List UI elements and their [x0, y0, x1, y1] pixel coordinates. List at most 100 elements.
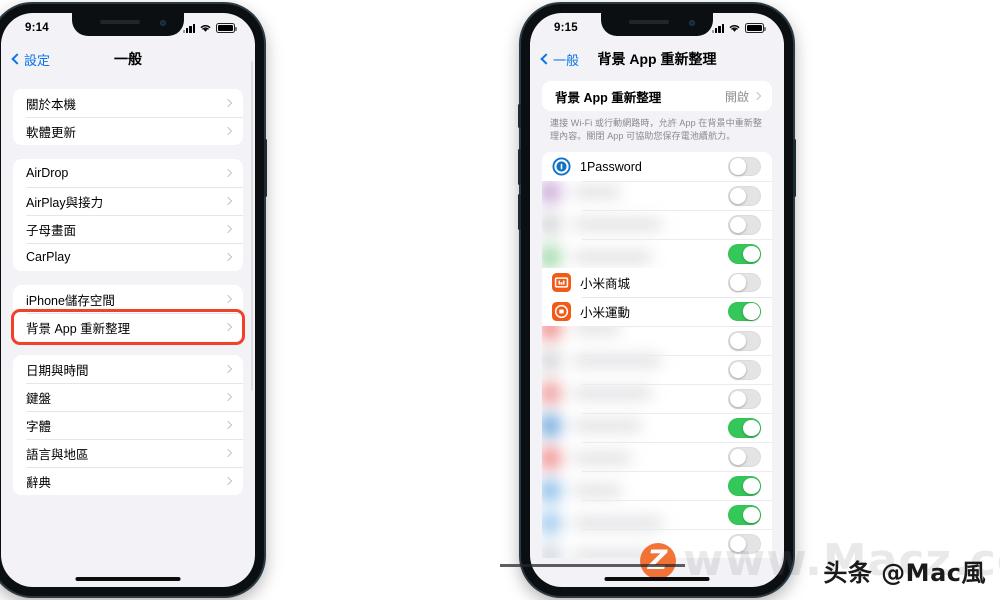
toggle-knob [743, 506, 760, 523]
app-row[interactable]: 1Password [542, 152, 772, 182]
toggle-knob [729, 216, 746, 233]
wifi-icon [728, 23, 741, 33]
row-divider [582, 413, 772, 415]
settings-row[interactable]: 日期與時間 [13, 355, 243, 383]
toggle-knob [729, 390, 746, 407]
settings-row-label: iPhone儲存空間 [26, 293, 115, 308]
settings-list[interactable]: 關於本機軟體更新 AirDrop AirPlay與接力子母畫面 CarPlay iPho… [1, 75, 255, 495]
app-refresh-toggle[interactable] [728, 244, 761, 264]
toggle-knob [729, 274, 746, 291]
settings-group: 日期與時間 鍵盤字體語言與地區辭典 [13, 355, 243, 495]
app-refresh-toggle[interactable] [728, 215, 761, 235]
chevron-right-icon [223, 448, 233, 458]
row-divider [582, 442, 772, 444]
settings-row[interactable]: 字體 [13, 411, 243, 439]
chevron-right-icon [223, 476, 233, 486]
status-time: 9:15 [554, 22, 578, 34]
power-button[interactable] [793, 139, 796, 197]
notch [72, 13, 184, 36]
power-button[interactable] [264, 139, 267, 197]
settings-row[interactable]: 軟體更新 [13, 117, 243, 145]
chevron-right-icon [223, 392, 233, 402]
home-indicator[interactable] [604, 577, 710, 581]
chevron-right-icon [223, 126, 233, 136]
back-button-label: 一般 [553, 52, 580, 68]
settings-row-label: 語言與地區 [26, 447, 89, 462]
settings-row-label: 子母畫面 [26, 223, 77, 238]
app-row[interactable]: 小米商城 [542, 268, 772, 298]
battery-icon [216, 23, 237, 33]
settings-group: 關於本機軟體更新 [13, 89, 243, 145]
settings-row-label: 字體 [26, 419, 52, 434]
app-toggle-list[interactable]: 1Password 小米商城小米運動 [542, 152, 772, 559]
settings-row[interactable]: AirPlay與接力 [13, 187, 243, 215]
settings-row[interactable]: 背景 App 重新整理 [13, 313, 243, 341]
mi-store-icon [552, 273, 571, 293]
chevron-right-icon [223, 322, 233, 332]
author-watermark: 头条 @Mac風 [823, 559, 986, 587]
nav-bar: 設定 一般 [1, 43, 255, 75]
settings-row-label: 軟體更新 [26, 125, 77, 140]
app-name: 小米運動 [580, 306, 631, 321]
chevron-right-icon [752, 91, 762, 101]
row-divider [582, 181, 772, 183]
settings-row-label: 背景 App 重新整理 [26, 321, 131, 336]
blurred-app-rows[interactable] [542, 181, 772, 269]
settings-row[interactable]: iPhone儲存空間 [13, 285, 243, 313]
mute-switch[interactable] [518, 104, 521, 128]
settings-row[interactable]: AirDrop [13, 159, 243, 187]
settings-row-label: 辭典 [26, 475, 52, 490]
macz-badge-icon: Z [640, 542, 676, 579]
app-refresh-toggle[interactable] [728, 331, 761, 351]
chevron-right-icon [223, 252, 233, 262]
app-refresh-toggle[interactable] [728, 360, 761, 380]
back-button[interactable]: 一般 [540, 50, 580, 69]
master-note: 連接 Wi-Fi 或行動網路時，允許 App 在背景中重新整理內容。關閉 App… [550, 118, 763, 142]
app-name: 1Password [580, 159, 642, 174]
front-camera [689, 20, 695, 26]
settings-row[interactable]: CarPlay [13, 243, 243, 271]
volume-down-button[interactable] [518, 194, 521, 230]
settings-row[interactable]: 關於本機 [13, 89, 243, 117]
blurred-app-rows[interactable] [542, 326, 772, 559]
settings-row-label: AirDrop [26, 166, 69, 180]
status-time: 9:14 [25, 22, 49, 34]
1password-icon [552, 157, 571, 177]
app-row[interactable]: 小米運動 [542, 297, 772, 327]
back-button[interactable]: 設定 [11, 50, 50, 69]
toggle-knob [743, 245, 760, 262]
settings-group: AirDrop AirPlay與接力子母畫面 CarPlay [13, 159, 243, 271]
earpiece-speaker [629, 20, 669, 24]
app-refresh-toggle[interactable] [728, 389, 761, 409]
cellular-signal-icon [182, 23, 195, 33]
row-divider [582, 239, 772, 241]
row-divider [582, 355, 772, 357]
scroll-indicator[interactable] [250, 61, 253, 391]
settings-row[interactable]: 鍵盤 [13, 383, 243, 411]
chevron-right-icon [223, 364, 233, 374]
left-phone-screen: 9:14 設定 一般 關於本機 軟體更新 AirDrop AirPlay與接力 … [1, 13, 255, 587]
app-refresh-toggle[interactable] [728, 418, 761, 438]
toggle-knob [743, 477, 760, 494]
app-refresh-toggle[interactable] [728, 447, 761, 467]
cellular-signal-icon [711, 23, 724, 33]
app-refresh-toggle[interactable] [728, 272, 761, 293]
volume-up-button[interactable] [518, 149, 521, 185]
settings-row[interactable]: 辭典 [13, 467, 243, 495]
settings-row[interactable]: 子母畫面 [13, 215, 243, 243]
battery-icon [745, 23, 766, 33]
app-refresh-toggle[interactable] [728, 301, 761, 322]
app-refresh-toggle[interactable] [728, 156, 761, 177]
toggle-knob [743, 303, 760, 320]
watermark-strike-left [500, 564, 685, 567]
app-refresh-toggle[interactable] [728, 186, 761, 206]
settings-row[interactable]: 語言與地區 [13, 439, 243, 467]
toggle-knob [729, 158, 746, 175]
background-refresh-setting-row[interactable]: 背景 App 重新整理 開啟 [542, 81, 772, 111]
app-refresh-toggle[interactable] [728, 505, 761, 525]
app-refresh-toggle[interactable] [728, 476, 761, 496]
home-indicator[interactable] [75, 577, 181, 581]
